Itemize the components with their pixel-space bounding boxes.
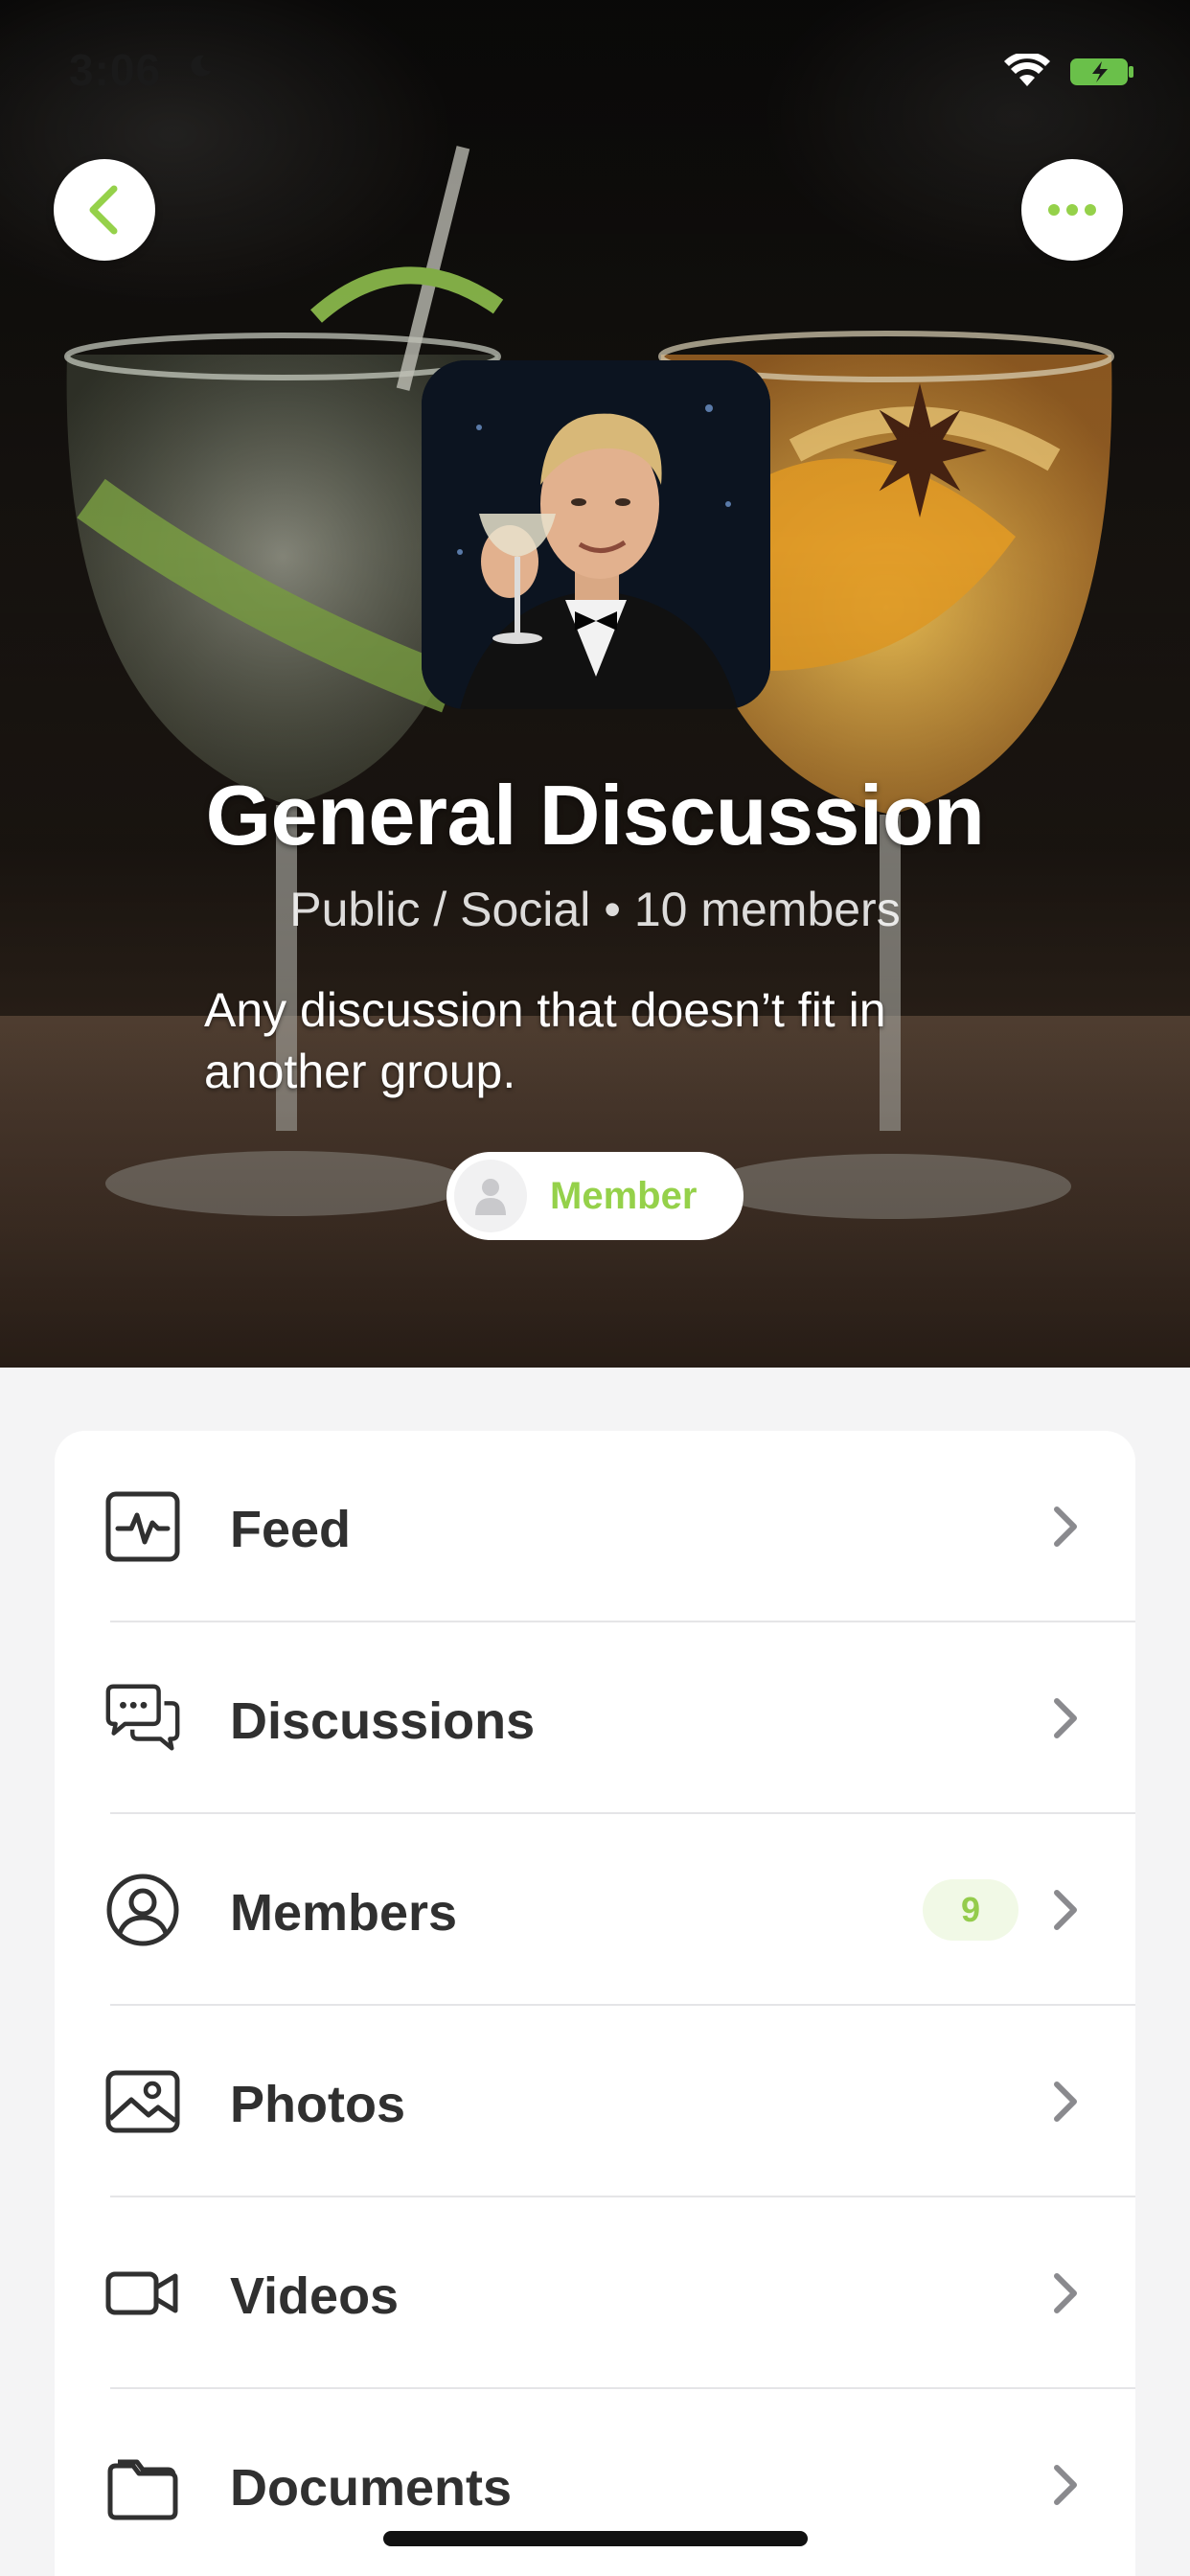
menu-item-label: Photos [230, 2076, 405, 2133]
person-icon [475, 1179, 506, 1215]
group-avatar[interactable] [422, 360, 770, 709]
chevron-right-icon [1054, 1506, 1077, 1547]
group-meta: Public / Social • 10 members [0, 882, 1190, 937]
group-menu: Feed Discussions Members 9 Photos Videos… [55, 1431, 1135, 2576]
menu-item-discussions[interactable]: Discussions [55, 1622, 1135, 1814]
status-bar: 3:06 [0, 0, 1190, 134]
more-dots-icon [1048, 204, 1096, 216]
menu-item-label: Documents [230, 2459, 513, 2517]
menu-item-feed[interactable]: Feed [55, 1431, 1135, 1622]
home-indicator[interactable] [383, 2531, 808, 2546]
chevron-right-icon [1054, 1890, 1077, 1930]
group-description: Any discussion that doesn’t fit in anoth… [204, 983, 886, 1098]
menu-item-members[interactable]: Members 9 [55, 1814, 1135, 2006]
menu-item-label: Videos [230, 2267, 400, 2325]
menu-item-videos[interactable]: Videos [55, 2197, 1135, 2389]
membership-button[interactable]: Member [446, 1152, 744, 1240]
chevron-right-icon [1054, 1698, 1077, 1738]
photo-icon [105, 2070, 180, 2133]
chevron-right-icon [1054, 2082, 1077, 2122]
members-count-badge: 9 [923, 1879, 1018, 1941]
menu-item-label: Feed [230, 1501, 352, 1558]
moon-icon [191, 55, 211, 77]
menu-item-label: Discussions [230, 1692, 536, 1750]
group-cover: 3:06 General Discussion Public / Social … [0, 0, 1190, 1368]
back-button[interactable] [54, 159, 155, 261]
group-screen: 3:06 General Discussion Public / Social … [0, 0, 1190, 2576]
user-circle-icon [106, 1874, 179, 1946]
menu-item-photos[interactable]: Photos [55, 2006, 1135, 2197]
wifi-icon [1004, 54, 1050, 86]
membership-label: Member [550, 1174, 698, 1217]
folder-icon [107, 2459, 178, 2520]
group-type: Public / Social [289, 883, 591, 936]
chat-bubbles-icon [105, 1684, 180, 1751]
chevron-right-icon [1054, 2465, 1077, 2505]
status-time: 3:06 [69, 45, 162, 95]
more-options-button[interactable] [1021, 159, 1123, 261]
group-title: General Discussion [205, 768, 985, 862]
chevron-left-icon [89, 185, 118, 235]
activity-icon [105, 1491, 180, 1562]
member-avatar [454, 1160, 527, 1232]
menu-item-documents[interactable]: Documents [55, 2389, 1135, 2576]
group-members-count[interactable]: 10 members [634, 883, 901, 936]
battery-icon [1070, 58, 1133, 85]
chevron-right-icon [1054, 2273, 1077, 2313]
group-avatar-image [422, 360, 770, 709]
meta-separator: • [604, 883, 621, 936]
menu-item-label: Members [230, 1884, 458, 1942]
video-camera-icon [105, 2271, 178, 2315]
